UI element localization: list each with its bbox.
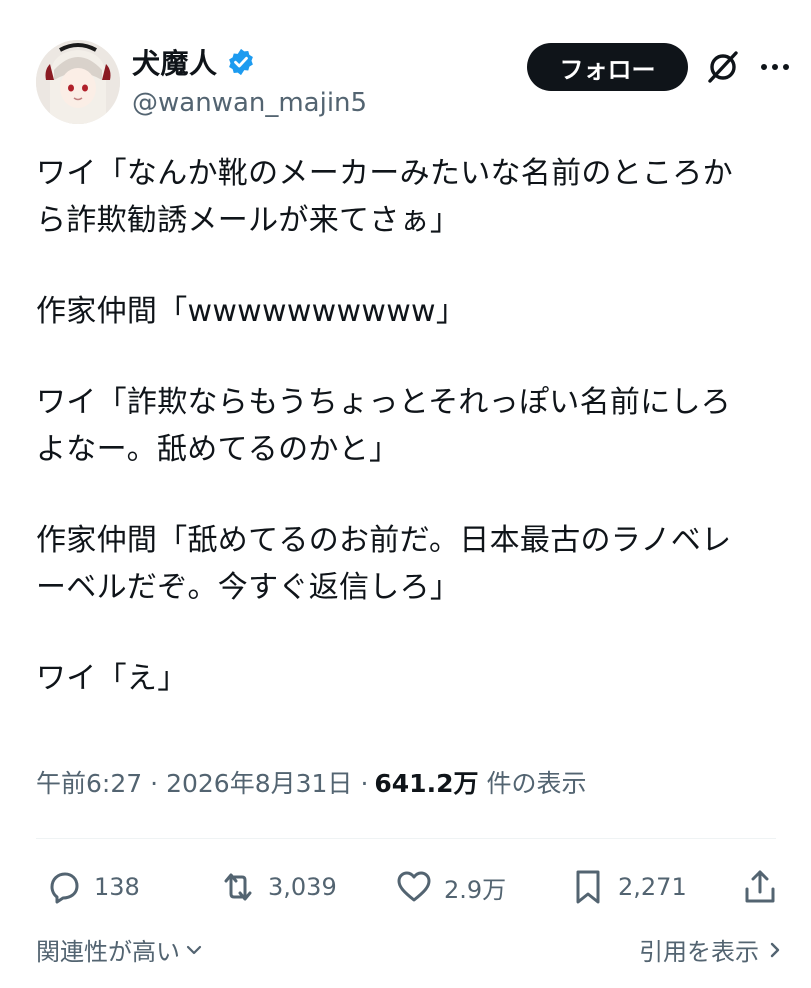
repost-button[interactable]: 3,039 — [218, 862, 337, 912]
tweet-line: ーベルだぞ。今すぐ返信しろ」 — [36, 570, 461, 605]
share-icon — [745, 870, 775, 903]
reply-count: 138 — [94, 873, 140, 901]
follow-button[interactable]: フォロー — [527, 43, 688, 91]
tweet-line: ワイ「詐欺ならもうちょっとそれっぽい名前にしろ — [36, 385, 732, 420]
avatar-image — [36, 40, 120, 124]
sort-dropdown[interactable]: 関連性が高い — [36, 932, 204, 967]
user-handle[interactable]: @wanwan_majin5 — [132, 88, 367, 118]
tweet-line: ワイ「え」 — [36, 661, 188, 696]
views-label: 件の表示 — [486, 769, 587, 798]
avatar[interactable] — [36, 40, 120, 124]
views-count[interactable]: 641.2万 — [374, 764, 478, 800]
view-quotes-link[interactable]: 引用を表示 — [639, 932, 785, 967]
more-options-icon[interactable] — [757, 52, 793, 82]
action-bar: 138 3,039 2.9万 2,271 — [36, 862, 786, 912]
bookmark-button[interactable]: 2,271 — [568, 862, 687, 912]
tweet-line: ワイ「なんか靴のメーカーみたいな名前のところか — [36, 156, 733, 191]
tweet-line: 作家仲間「wwwwwwwwww」 — [36, 294, 467, 329]
bookmark-icon — [576, 870, 600, 904]
verified-badge-icon — [226, 47, 256, 77]
repost-count: 3,039 — [268, 873, 337, 901]
tweet-meta: 午前6:27 · 2026年8月31日 · 641.2万 件の表示 — [36, 764, 586, 800]
tweet-line: 作家仲間「舐めてるのお前だ。日本最古のラノベレ — [36, 523, 732, 558]
share-button[interactable] — [740, 862, 780, 912]
repost-icon — [224, 873, 252, 901]
tweet-line: よなー。舐めてるのかと」 — [36, 432, 400, 467]
divider — [36, 838, 776, 839]
quotes-label: 引用を表示 — [639, 938, 759, 966]
chevron-right-icon — [770, 942, 780, 957]
bookmark-count: 2,271 — [618, 873, 687, 901]
tweet-line: ら詐欺勧誘メールが来てさぁ」 — [36, 203, 461, 238]
reply-button[interactable]: 138 — [44, 862, 140, 912]
tweet-text: ワイ「なんか靴のメーカーみたいな名前のところか ら詐欺勧誘メールが来てさぁ」 作… — [36, 150, 786, 702]
chevron-down-icon — [186, 945, 202, 954]
reply-icon — [50, 872, 79, 904]
meta-separator: · — [150, 769, 159, 798]
post-time[interactable]: 午前6:27 — [36, 764, 142, 800]
tweet-header: 犬魔人 @wanwan_majin5 フォロー — [0, 0, 811, 130]
sort-label: 関連性が高い — [36, 938, 180, 966]
display-name[interactable]: 犬魔人 — [132, 42, 218, 82]
post-date[interactable]: 2026年8月31日 — [166, 764, 352, 800]
grok-icon[interactable] — [704, 48, 742, 86]
like-button[interactable]: 2.9万 — [394, 862, 506, 912]
replies-footer: 関連性が高い 引用を表示 — [0, 928, 811, 978]
heart-icon — [397, 871, 431, 902]
meta-separator: · — [360, 769, 369, 798]
like-count: 2.9万 — [444, 875, 507, 904]
name-row: 犬魔人 — [132, 42, 256, 82]
